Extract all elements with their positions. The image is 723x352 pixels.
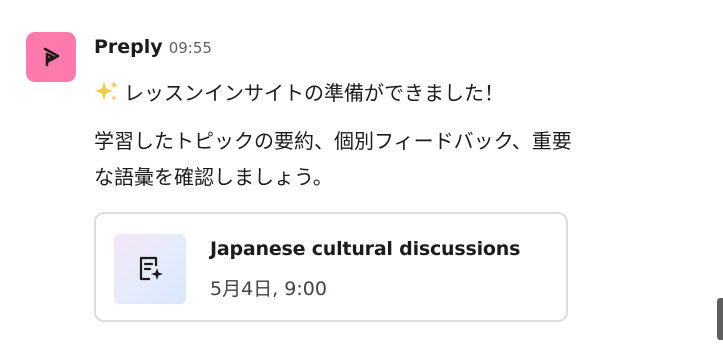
card-datetime: 5月4日, 9:00	[210, 278, 327, 300]
body-line: な語彙を確認しましょう。	[94, 165, 333, 189]
message-body: 学習したトピックの要約、個別フィードバック、重要 な語彙を確認しましょう。	[94, 123, 694, 195]
body-line: 学習したトピックの要約、個別フィードバック、重要	[94, 129, 572, 153]
message-headline: レッスンインサイトの準備ができました！	[94, 78, 504, 108]
message-timestamp[interactable]: 09:55	[169, 39, 212, 57]
scrollbar-thumb[interactable]	[717, 298, 723, 340]
card-title: Japanese cultural discussions	[210, 238, 521, 260]
card-thumbnail	[114, 234, 186, 304]
sparkles-icon	[95, 81, 118, 101]
message-header: Preply 09:55	[94, 36, 212, 66]
headline-text: レッスンインサイトの準備ができました！	[124, 81, 504, 105]
message-view: Preply 09:55 レッスンインサイトの準備ができました！ 学習したトピッ…	[0, 0, 723, 352]
preply-logo-icon	[43, 47, 60, 67]
avatar[interactable]	[26, 32, 76, 82]
ai-notes-icon	[139, 256, 163, 281]
lesson-insight-card[interactable]: Japanese cultural discussions 5月4日, 9:00	[94, 212, 568, 322]
sender-name[interactable]: Preply	[94, 36, 163, 58]
